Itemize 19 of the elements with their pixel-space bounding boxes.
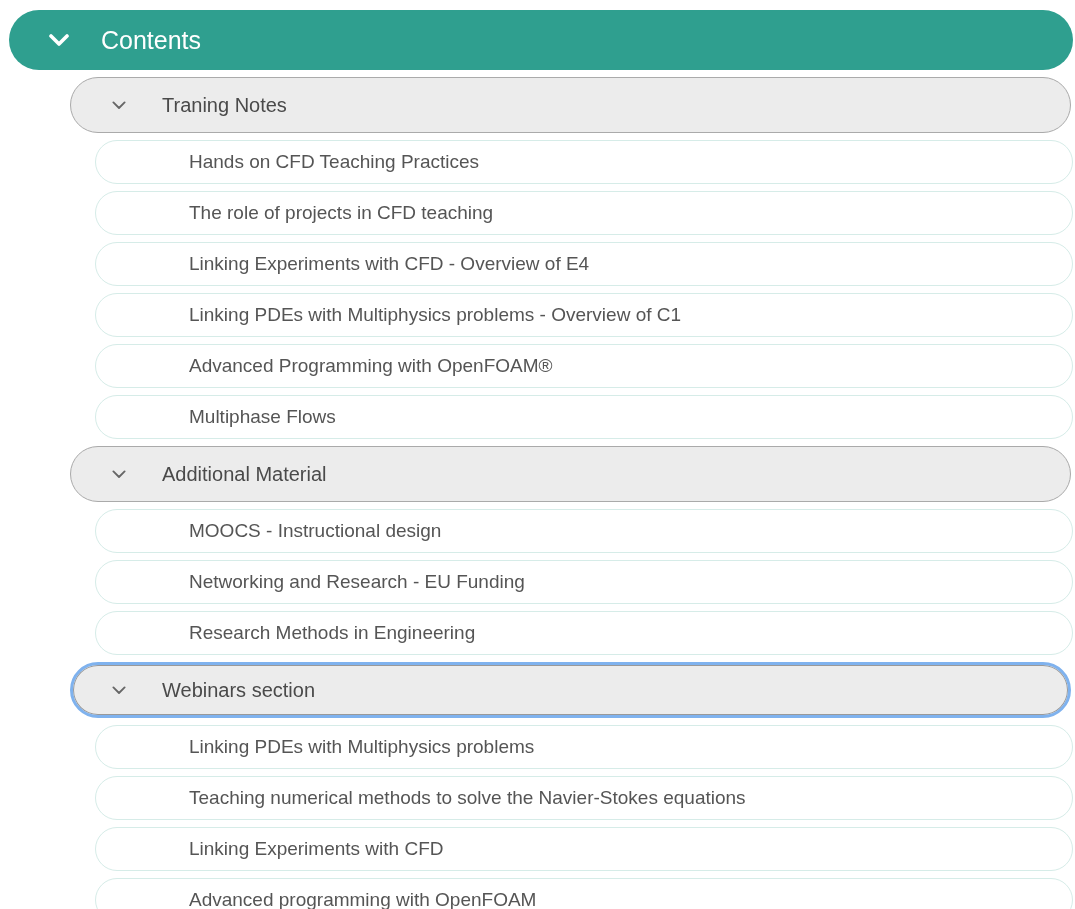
chevron-icon (112, 100, 126, 110)
lesson-link[interactable]: Linking Experiments with CFD (95, 827, 1073, 871)
lesson-link[interactable]: MOOCS - Instructional design (95, 509, 1073, 553)
lesson-link[interactable]: Linking PDEs with Multiphysics problems - Overview of C1 (95, 293, 1073, 337)
chevron-icon (112, 685, 126, 695)
lesson-link[interactable]: Teaching numerical methods to solve the Navier-Stokes equations (95, 776, 1073, 820)
section-header[interactable]: Traning Notes (70, 77, 1071, 133)
lesson-link[interactable]: Linking PDEs with Multiphysics problems (95, 725, 1073, 769)
lesson-link[interactable]: Multiphase Flows (95, 395, 1073, 439)
section-header[interactable]: Additional Material (70, 446, 1071, 502)
chevron-icon (112, 469, 126, 479)
chevron-icon (49, 34, 69, 46)
lesson-link[interactable]: Linking Experiments with CFD - Overview of E4 (95, 242, 1073, 286)
lesson-link[interactable]: Advanced Programming with OpenFOAM® (95, 344, 1073, 388)
lesson-link[interactable]: The role of projects in CFD teaching (95, 191, 1073, 235)
lesson-link[interactable]: Networking and Research - EU Funding (95, 560, 1073, 604)
lesson-link[interactable]: Research Methods in Engineering (95, 611, 1073, 655)
section-header[interactable]: Webinars section (70, 662, 1071, 718)
lesson-link[interactable]: Hands on CFD Teaching Practices (95, 140, 1073, 184)
